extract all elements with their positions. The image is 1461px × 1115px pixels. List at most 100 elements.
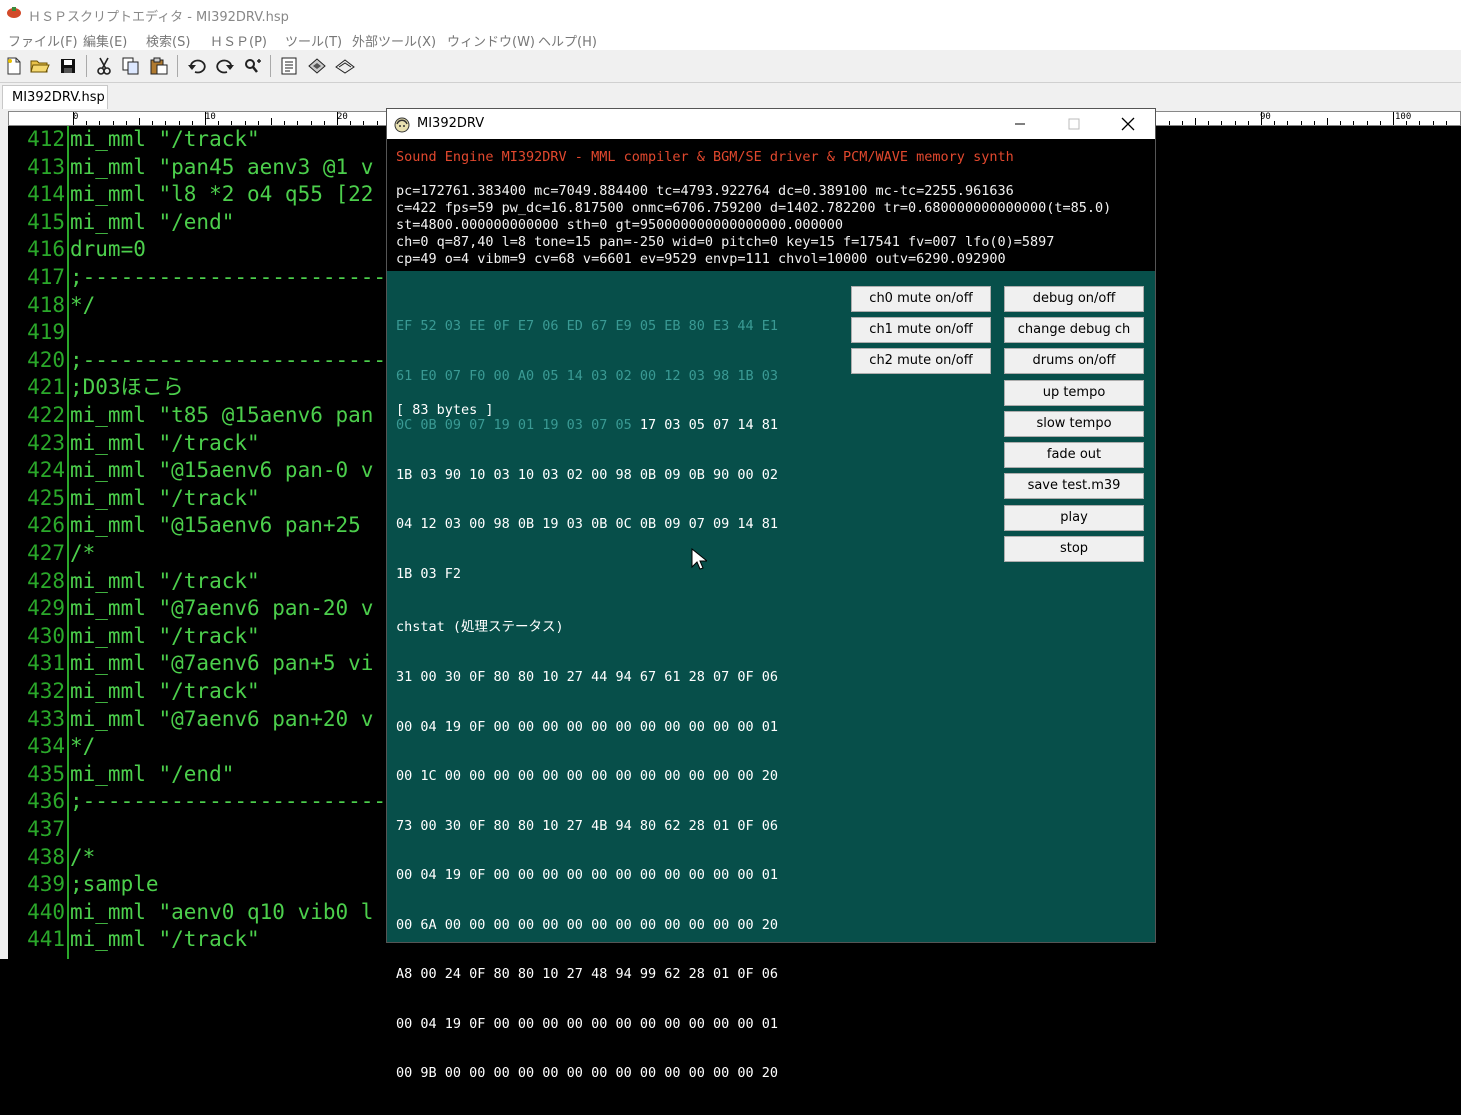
ruler-tick xyxy=(1366,121,1368,125)
compile-run-icon[interactable] xyxy=(306,55,328,77)
toolbar-separator xyxy=(86,55,87,77)
ruler-tick xyxy=(310,121,312,125)
ruler-label: 20 xyxy=(337,112,348,122)
fade-out-button[interactable]: fade out xyxy=(1004,442,1144,468)
code-text: mi_mml "/track" xyxy=(70,485,260,510)
pending-bytes: 17 03 05 07 14 81 xyxy=(631,417,779,433)
code-text: ;sample xyxy=(70,872,159,897)
code-text: */ xyxy=(70,292,96,317)
ruler-tick xyxy=(178,121,180,125)
close-button[interactable] xyxy=(1101,109,1155,139)
code-text: /* xyxy=(70,844,96,869)
mml-bytes-dump: EF 52 03 EE 0F E7 06 ED 67 E9 05 EB 80 E… xyxy=(396,285,778,615)
ruler-tick xyxy=(1221,121,1223,125)
tab-mi392drv-hsp[interactable]: MI392DRV.hsp xyxy=(2,85,108,109)
code-text: mi_mml "@7aenv6 pan-20 v xyxy=(70,596,374,621)
gutter-divider xyxy=(67,126,69,959)
code-text: mi_mml "/track" xyxy=(70,430,260,455)
ruler-tick xyxy=(205,112,206,125)
ruler-tick xyxy=(1195,118,1196,125)
ch1-mute-button[interactable]: ch1 mute on/off xyxy=(851,317,991,343)
engine-stat-line: cp=49 o=4 vibm=9 cv=68 v=6601 ev=9529 en… xyxy=(396,251,1006,267)
code-text: mi_mml "/track" xyxy=(70,623,260,648)
stop-button[interactable]: stop xyxy=(1004,536,1144,562)
code-text: */ xyxy=(70,734,96,759)
build-icon[interactable] xyxy=(334,55,356,77)
new-file-icon[interactable] xyxy=(3,55,25,77)
menu-edit[interactable]: 編集(E) xyxy=(83,31,127,50)
up-tempo-button[interactable]: up tempo xyxy=(1004,380,1144,406)
ruler-tick xyxy=(99,121,101,125)
copy-icon[interactable] xyxy=(120,55,142,77)
ruler-tick xyxy=(1208,121,1210,125)
line-number: 426 xyxy=(27,513,65,538)
played-bytes-line: 61 E0 07 F0 00 A0 05 14 03 02 00 12 03 9… xyxy=(396,367,779,384)
menu-tools[interactable]: ツール(T) xyxy=(285,31,342,50)
app-icon xyxy=(7,7,21,18)
change-debug-ch-button[interactable]: change debug ch xyxy=(1004,317,1144,343)
line-number: 412 xyxy=(27,127,65,151)
save-icon[interactable] xyxy=(57,55,79,77)
ch0-mute-button[interactable]: ch0 mute on/off xyxy=(851,286,991,312)
cut-icon[interactable] xyxy=(93,55,115,77)
line-number: 433 xyxy=(27,706,65,731)
drums-toggle-button[interactable]: drums on/off xyxy=(1004,348,1144,374)
bytes-line: 1B 03 F2 xyxy=(396,565,462,582)
ruler-tick xyxy=(1287,121,1289,125)
ruler-tick xyxy=(244,121,246,125)
ruler-tick xyxy=(125,121,127,125)
code-text: mi_mml "@7aenv6 pan+20 v xyxy=(70,706,374,731)
menu-bar: ファイル(F) 編集(E) 検索(S) ＨＳＰ(P) ツール(T) 外部ツール(… xyxy=(0,28,1461,50)
document-tab-strip: MI392DRV.hsp xyxy=(0,83,1461,111)
line-number: 436 xyxy=(27,789,65,814)
line-number: 424 xyxy=(27,458,65,483)
chstat-row: 00 04 19 0F 00 00 00 00 00 00 00 00 00 0… xyxy=(396,867,779,883)
slow-tempo-button[interactable]: slow tempo xyxy=(1004,411,1144,437)
save-file-button[interactable]: save test.m39 xyxy=(1004,473,1144,499)
menu-hsp[interactable]: ＨＳＰ(P) xyxy=(210,31,267,50)
menu-search[interactable]: 検索(S) xyxy=(146,31,190,50)
open-folder-icon[interactable] xyxy=(29,55,51,77)
line-number: 428 xyxy=(27,568,65,593)
engine-stat-line: pc=172761.383400 mc=7049.884400 tc=4793.… xyxy=(396,183,1014,199)
code-text: mi_mml "/track" xyxy=(70,568,260,593)
ruler-tick xyxy=(1406,121,1408,125)
ruler-tick xyxy=(1313,121,1315,125)
ruler-tick xyxy=(350,121,352,125)
ch2-mute-button[interactable]: ch2 mute on/off xyxy=(851,348,991,374)
ruler-tick xyxy=(297,121,299,125)
maximize-icon xyxy=(1068,118,1080,130)
ruler-tick xyxy=(1393,112,1394,125)
jump-line-icon[interactable] xyxy=(278,55,300,77)
ruler-tick xyxy=(152,121,154,125)
line-number: 434 xyxy=(27,734,65,759)
minimize-button[interactable] xyxy=(993,109,1047,139)
chstat-row: 73 00 30 0F 80 80 10 27 4B 94 80 62 28 0… xyxy=(396,817,779,834)
line-number: 427 xyxy=(27,541,65,565)
redo-icon[interactable] xyxy=(214,55,236,77)
chstat-row: A8 00 24 0F 80 80 10 27 48 94 99 62 28 0… xyxy=(396,966,779,982)
code-text: mi_mml "aenv0 q10 vib0 l xyxy=(70,899,374,924)
code-text: mi_mml "pan45 aenv3 @1 v xyxy=(70,154,374,179)
bytes-size-label: [ 83 bytes ] xyxy=(396,402,494,418)
paste-icon[interactable] xyxy=(148,55,170,77)
find-replace-icon[interactable] xyxy=(242,55,264,77)
engine-header: Sound Engine MI392DRV - MML compiler & B… xyxy=(396,149,1014,165)
menu-file[interactable]: ファイル(F) xyxy=(8,31,78,50)
ruler-tick xyxy=(73,112,74,125)
debug-toggle-button[interactable]: debug on/off xyxy=(1004,286,1144,312)
menu-window[interactable]: ウィンドウ(W) xyxy=(447,31,535,50)
chstat-row: 00 9B 00 00 00 00 00 00 00 00 00 00 00 0… xyxy=(396,1065,779,1081)
undo-icon[interactable] xyxy=(186,55,208,77)
engine-info-panel: Sound Engine MI392DRV - MML compiler & B… xyxy=(387,139,1155,271)
ruler-tick xyxy=(86,121,88,125)
menu-help[interactable]: ヘルプ(H) xyxy=(538,31,597,50)
menu-external-tools[interactable]: 外部ツール(X) xyxy=(352,31,436,50)
maximize-button[interactable] xyxy=(1047,109,1101,139)
line-number: 437 xyxy=(27,817,65,841)
code-text: drum=0 xyxy=(70,237,146,262)
code-text: mi_mml "/end" xyxy=(70,209,235,234)
line-number: 414 xyxy=(27,182,65,207)
line-number: 422 xyxy=(27,403,65,427)
play-button[interactable]: play xyxy=(1004,505,1144,531)
